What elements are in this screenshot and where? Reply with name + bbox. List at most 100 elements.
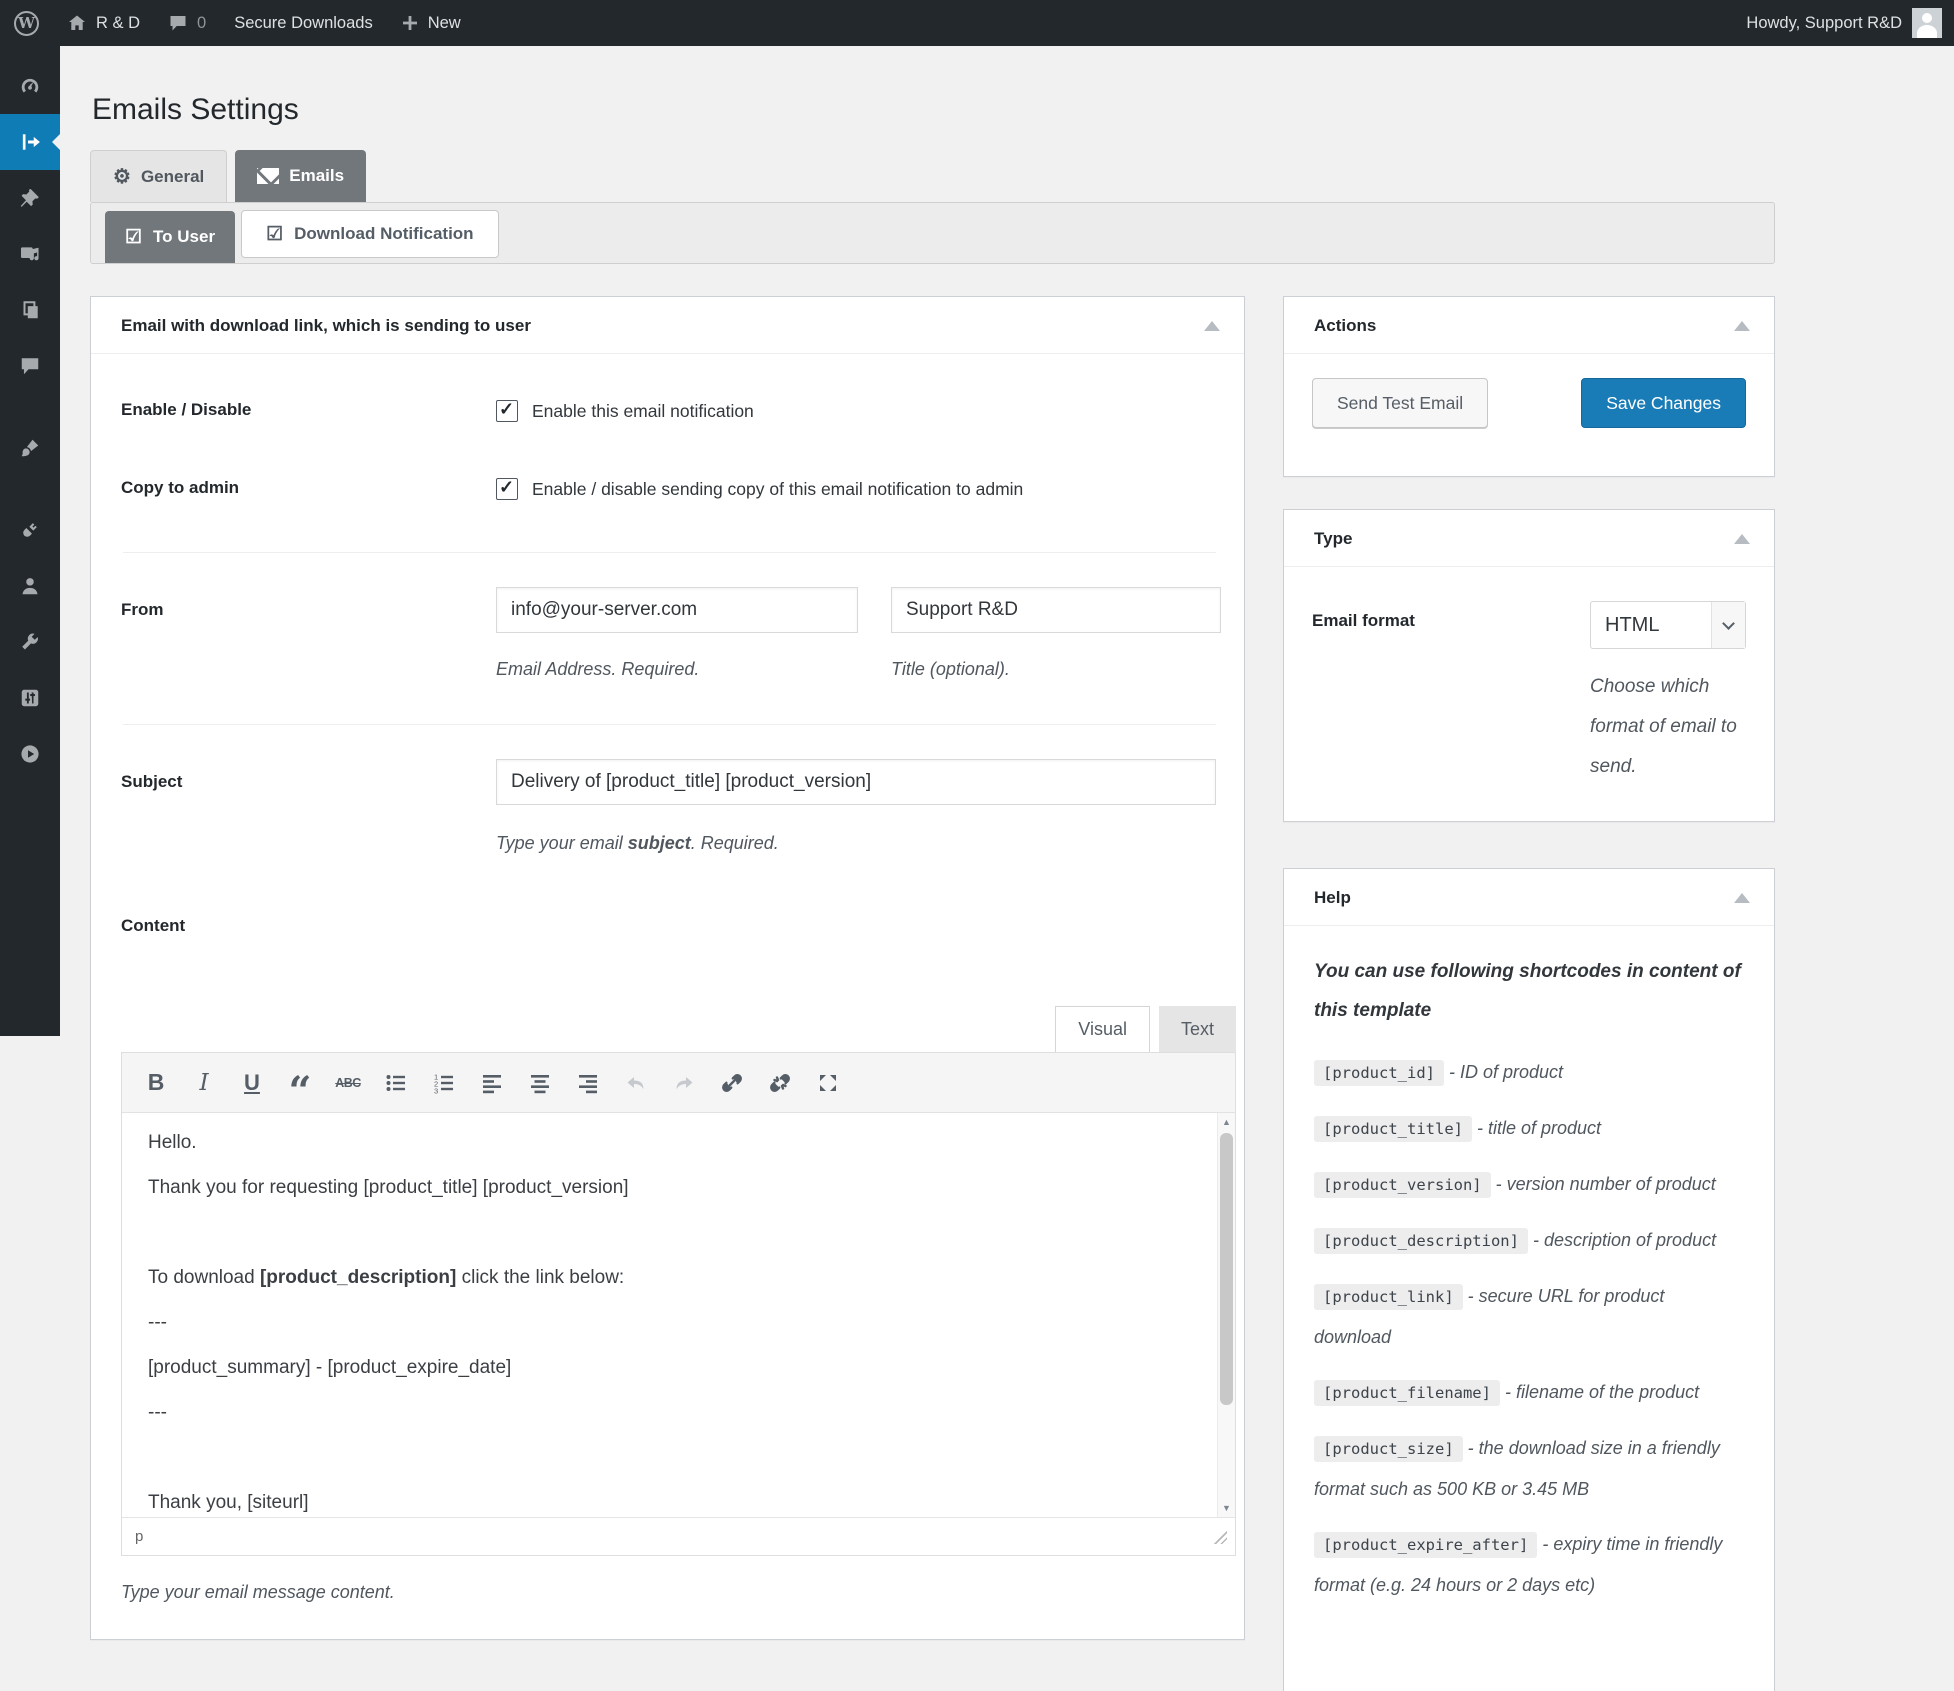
send-test-email-button[interactable]: Send Test Email xyxy=(1312,378,1489,428)
italic-button[interactable]: I xyxy=(182,1062,226,1104)
sidebar-item-pages[interactable] xyxy=(0,282,60,338)
menu-separator xyxy=(0,476,60,502)
menu-separator xyxy=(0,394,60,420)
comments-bubble-icon xyxy=(168,13,188,33)
numbered-list-button[interactable]: 123 xyxy=(422,1062,466,1104)
unlink-icon xyxy=(770,1073,790,1092)
editor-tab-text[interactable]: Text xyxy=(1158,1006,1236,1052)
svg-text:3: 3 xyxy=(434,1086,438,1095)
wp-logo-menu[interactable]: W xyxy=(0,0,53,46)
shortcode-description: - title of product xyxy=(1477,1118,1602,1138)
sidebar-item-appearance[interactable] xyxy=(0,420,60,476)
scroll-up-icon[interactable]: ▲ xyxy=(1218,1113,1235,1131)
enable-checkbox-label: Enable this email notification xyxy=(532,400,754,421)
strikethrough-button[interactable]: ABC xyxy=(326,1062,370,1104)
shortcode-code: [product_description] xyxy=(1314,1228,1528,1254)
tab-general[interactable]: ⚙ General xyxy=(90,150,228,202)
new-menu[interactable]: New xyxy=(387,0,475,46)
email-subtabs: ☑ To User ☑ Download Notification xyxy=(90,202,1775,264)
shortcode-item: [product_link] - secure URL for product … xyxy=(1314,1276,1744,1357)
shortcode-item: [product_expire_after] - expiry time in … xyxy=(1314,1524,1744,1605)
sidebar-item-settings[interactable] xyxy=(0,670,60,726)
editor-paragraph: Thank you for requesting [product_title]… xyxy=(148,1177,629,1198)
divider xyxy=(123,724,1216,725)
site-name-label: R & D xyxy=(96,13,141,32)
undo-button[interactable] xyxy=(614,1062,658,1104)
subject-input[interactable] xyxy=(496,759,1216,805)
play-circle-icon xyxy=(21,745,39,763)
checkbox-icon: ☑ xyxy=(266,223,284,245)
bulleted-list-button[interactable] xyxy=(374,1062,418,1104)
shortcode-item: [product_version] - version number of pr… xyxy=(1314,1164,1744,1205)
editor-tab-visual[interactable]: Visual xyxy=(1055,1006,1150,1052)
plus-icon xyxy=(401,14,419,32)
posts-pin-icon xyxy=(20,188,39,207)
align-right-button[interactable] xyxy=(566,1062,610,1104)
content-editor: Visual Text B I U “ ABC 1 2 3 Hello. Tha… xyxy=(121,1006,1236,1556)
secure-downloads-menu[interactable]: Secure Downloads xyxy=(220,0,387,46)
editor-toolbar: B I U “ ABC 123 xyxy=(122,1053,1235,1113)
fullscreen-button[interactable] xyxy=(806,1062,850,1104)
editor-content-area[interactable]: Hello. Thank you for requesting [product… xyxy=(122,1113,1235,1517)
editor-scrollbar[interactable]: ▲ ▼ xyxy=(1217,1113,1235,1517)
sidebar-item-tools[interactable] xyxy=(0,614,60,670)
editor-paragraph: To download [product_description] click … xyxy=(148,1267,625,1288)
underline-icon: U xyxy=(244,1069,260,1095)
from-email-input[interactable] xyxy=(496,587,858,633)
resize-grip[interactable] xyxy=(1212,1529,1227,1544)
email-format-select[interactable]: HTML xyxy=(1590,601,1746,649)
actions-title: Actions xyxy=(1314,316,1377,335)
sidebar-item-secure-downloads[interactable] xyxy=(0,114,60,170)
bold-button[interactable]: B xyxy=(134,1062,178,1104)
unlink-button[interactable] xyxy=(758,1062,802,1104)
align-center-button[interactable] xyxy=(518,1062,562,1104)
comments-count: 0 xyxy=(197,13,207,32)
collapse-toggle-icon[interactable] xyxy=(1204,321,1220,331)
scroll-down-icon[interactable]: ▼ xyxy=(1218,1499,1235,1517)
sidebar-item-dashboard[interactable] xyxy=(0,58,60,114)
sidebar-item-posts[interactable] xyxy=(0,170,60,226)
shortcode-description: - description of product xyxy=(1532,1230,1717,1250)
editor-paragraph: --- xyxy=(148,1402,167,1423)
enable-checkbox[interactable] xyxy=(496,399,518,422)
sidebar-item-plugins[interactable] xyxy=(0,502,60,558)
site-name-menu[interactable]: R & D xyxy=(53,0,154,46)
editor-paragraph: Thank you, [siteurl] xyxy=(148,1492,309,1513)
email-format-label: Email format xyxy=(1312,611,1415,630)
actions-panel: Actions Send Test Email Save Changes xyxy=(1283,296,1775,477)
subtab-to-user[interactable]: ☑ To User xyxy=(105,211,236,263)
collapse-toggle-icon[interactable] xyxy=(1734,321,1750,331)
type-title: Type xyxy=(1314,529,1353,548)
sidebar-item-users[interactable] xyxy=(0,558,60,614)
enable-disable-label: Enable / Disable xyxy=(121,400,252,419)
shortcode-item: [product_title] - title of product xyxy=(1314,1108,1744,1149)
underline-button[interactable]: U xyxy=(230,1062,274,1104)
from-title-input[interactable] xyxy=(891,587,1221,633)
comments-menu[interactable]: 0 xyxy=(154,0,220,46)
collapse-toggle-icon[interactable] xyxy=(1734,893,1750,903)
email-settings-panel: Email with download link, which is sendi… xyxy=(90,296,1245,1640)
align-left-button[interactable] xyxy=(470,1062,514,1104)
copy-to-admin-label: Copy to admin xyxy=(121,478,240,497)
editor-paragraph xyxy=(148,1219,1189,1246)
collapse-toggle-icon[interactable] xyxy=(1734,534,1750,544)
link-button[interactable] xyxy=(710,1062,754,1104)
redo-button[interactable] xyxy=(662,1062,706,1104)
subtab-download-notification-label: Download Notification xyxy=(294,224,474,243)
scrollbar-thumb[interactable] xyxy=(1220,1133,1233,1405)
email-format-help: Choose which format of email to send. xyxy=(1590,676,1737,777)
copy-to-admin-checkbox[interactable] xyxy=(496,477,518,500)
shortcode-description: - ID of product xyxy=(1449,1062,1564,1082)
sidebar-item-media[interactable] xyxy=(0,226,60,282)
tab-emails[interactable]: Emails xyxy=(235,150,367,202)
help-title: Help xyxy=(1314,888,1351,907)
sidebar-item-play[interactable] xyxy=(0,726,60,782)
subtab-download-notification[interactable]: ☑ Download Notification xyxy=(241,210,499,258)
account-menu[interactable]: Howdy, Support R&D xyxy=(1746,8,1954,38)
save-changes-button[interactable]: Save Changes xyxy=(1581,378,1746,428)
subtab-to-user-label: To User xyxy=(153,227,216,246)
pages-icon xyxy=(23,301,38,319)
sidebar-item-comments[interactable] xyxy=(0,338,60,394)
blockquote-button[interactable]: “ xyxy=(278,1062,322,1111)
secure-downloads-label: Secure Downloads xyxy=(234,13,373,32)
